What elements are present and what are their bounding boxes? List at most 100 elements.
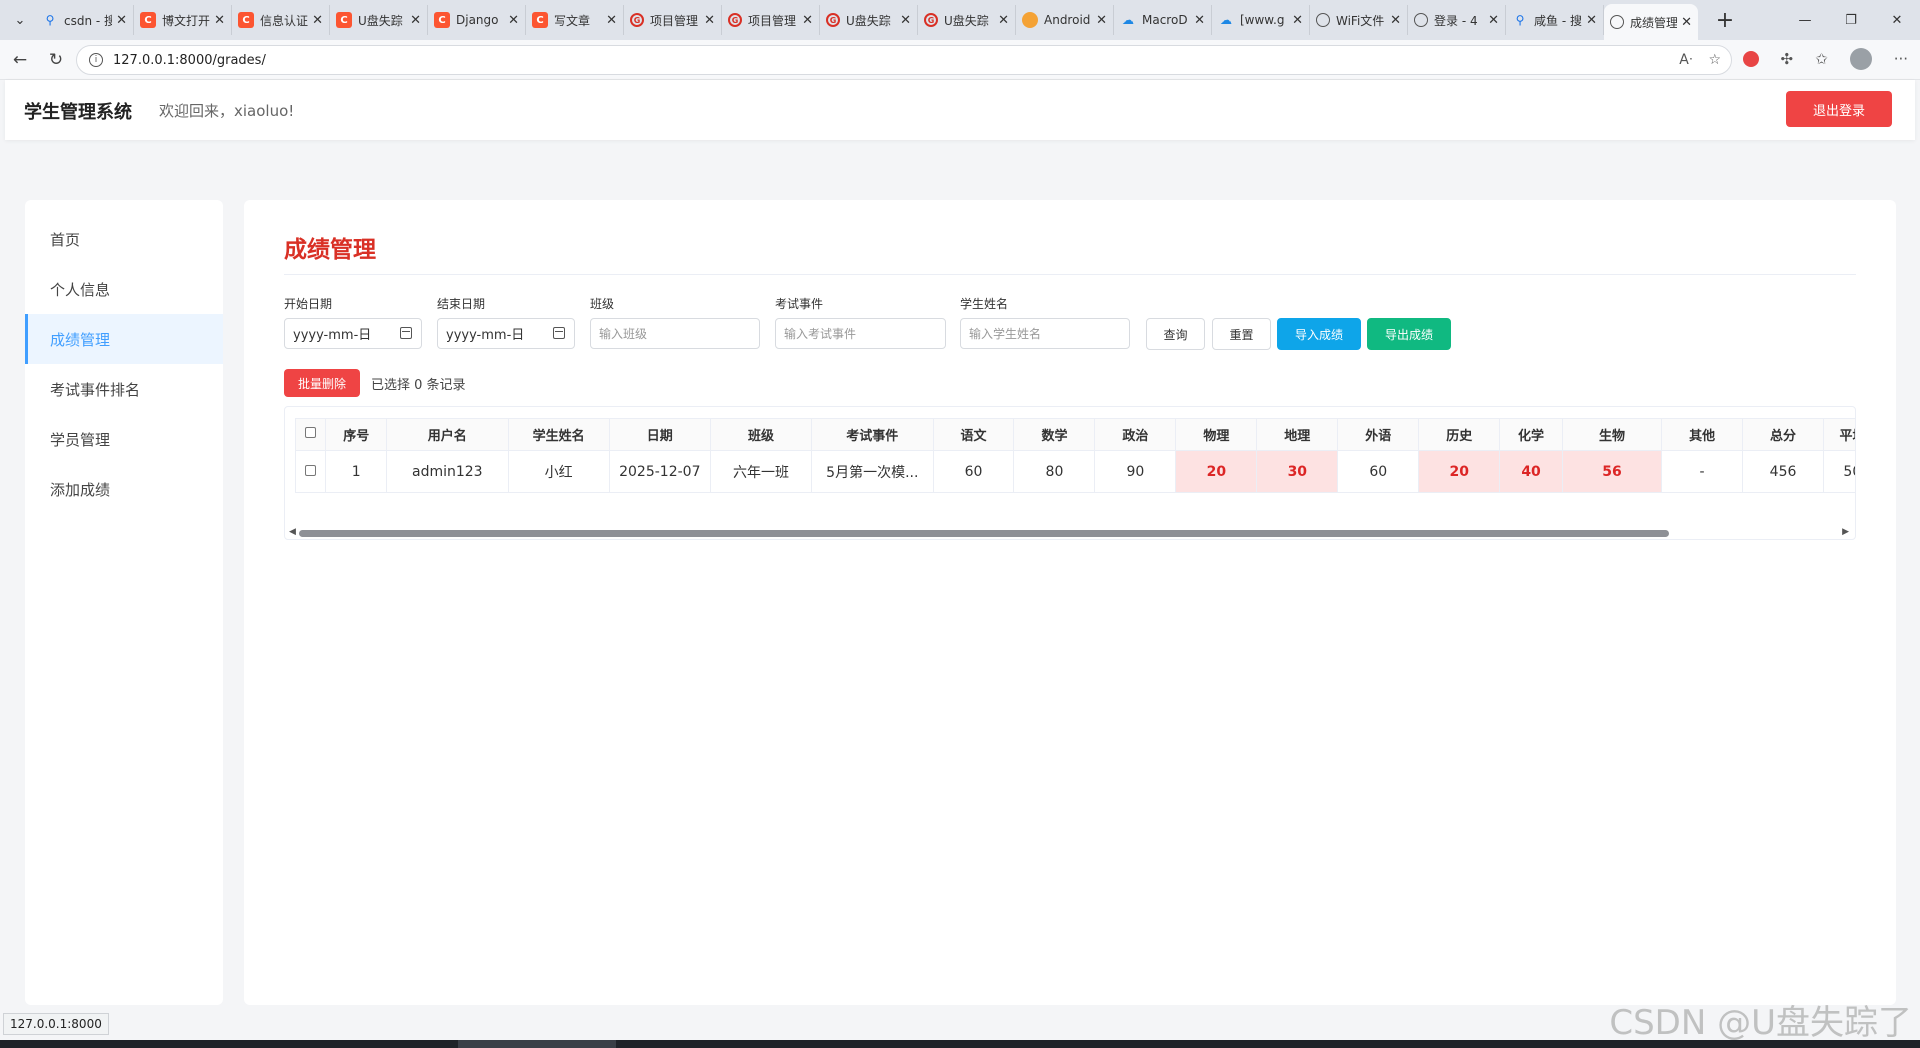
sidebar-item[interactable]: 学员管理 bbox=[25, 414, 223, 464]
close-icon[interactable]: ✕ bbox=[1292, 13, 1303, 28]
browser-tab[interactable]: G 项目管理 ✕ bbox=[624, 5, 722, 35]
row-checkbox[interactable] bbox=[305, 464, 317, 476]
read-aloud-icon[interactable]: Aᐧ bbox=[1679, 52, 1692, 68]
browser-tab[interactable]: 成绩管理 ✕ bbox=[1604, 4, 1698, 40]
close-icon[interactable]: ✕ bbox=[1096, 13, 1107, 28]
column-header: 班级 bbox=[709, 418, 813, 451]
logout-button[interactable]: 退出登录 bbox=[1786, 91, 1892, 127]
close-icon[interactable]: ✕ bbox=[1390, 13, 1401, 28]
extension-icon[interactable] bbox=[1742, 51, 1759, 67]
exam-input[interactable]: 输入考试事件 bbox=[775, 318, 946, 349]
close-icon[interactable]: ✕ bbox=[116, 13, 127, 28]
scroll-left-arrow-icon[interactable]: ◀ bbox=[289, 527, 296, 537]
title-divider bbox=[284, 274, 1856, 275]
sidebar-item[interactable]: 首页 bbox=[25, 214, 223, 264]
horizontal-scrollbar[interactable]: ◀ ▶ bbox=[287, 527, 1853, 539]
browser-tab[interactable]: C Django ✕ bbox=[428, 5, 526, 35]
reset-button[interactable]: 重置 bbox=[1212, 318, 1271, 350]
close-icon[interactable]: ✕ bbox=[998, 13, 1009, 28]
extensions-puzzle-icon[interactable]: ✣ bbox=[1781, 50, 1794, 68]
close-icon[interactable]: ✕ bbox=[1194, 13, 1205, 28]
column-header: 物理 bbox=[1175, 418, 1258, 451]
table-header-row: 序号 用户名 学生姓名 日期 班级 考试事件 语文 数学 政治 物理 地理 外语 历史 化学 生物 其他 总分平… bbox=[295, 418, 1855, 451]
browser-tab[interactable]: ⚲ csdn - 搜 ✕ bbox=[36, 5, 134, 35]
address-bar[interactable]: i 127.0.0.1:8000/grades/ Aᐧ ☆ bbox=[76, 45, 1732, 75]
tab-title: 登录 - 4 bbox=[1434, 13, 1478, 28]
tab-title: csdn - 搜 bbox=[64, 13, 113, 28]
close-icon[interactable]: ✕ bbox=[1586, 13, 1597, 28]
calendar-icon[interactable] bbox=[553, 327, 565, 339]
close-icon[interactable]: ✕ bbox=[508, 13, 519, 28]
new-tab-button[interactable]: + bbox=[1710, 8, 1740, 33]
close-icon[interactable]: ✕ bbox=[312, 13, 323, 28]
close-window-button[interactable]: ✕ bbox=[1874, 0, 1920, 40]
browser-tab[interactable]: ☁ [www.g ✕ bbox=[1212, 5, 1310, 35]
select-all-checkbox[interactable] bbox=[305, 427, 317, 438]
minimize-button[interactable]: — bbox=[1782, 0, 1828, 40]
table-cell: 50.7 bbox=[1823, 450, 1855, 493]
favorite-star-icon[interactable]: ☆ bbox=[1708, 52, 1721, 68]
end-date-input[interactable]: yyyy-mm-日 bbox=[437, 318, 575, 349]
reload-button[interactable]: ↻ bbox=[40, 44, 72, 76]
tab-title: 信息认证 bbox=[260, 13, 309, 28]
restore-button[interactable]: ❐ bbox=[1828, 0, 1874, 40]
batch-delete-button[interactable]: 批量删除 bbox=[284, 369, 360, 397]
close-icon[interactable]: ✕ bbox=[900, 13, 911, 28]
browser-tab[interactable]: C 博文打开 ✕ bbox=[134, 5, 232, 35]
student-name-group: 学生姓名 输入学生姓名 bbox=[960, 296, 1130, 349]
browser-tab[interactable]: ⚲ 咸鱼 - 搜 ✕ bbox=[1506, 5, 1604, 35]
browser-tab[interactable]: Android ✕ bbox=[1016, 5, 1114, 35]
end-date-value: yyyy-mm-日 bbox=[446, 328, 525, 343]
browser-tabstrip: ⌄ ⚲ csdn - 搜 ✕ C 博文打开 ✕ C 信息认证 ✕ C U盘失踪 ✕ C Django ✕ C 写… bbox=[0, 0, 1920, 40]
back-button[interactable]: ← bbox=[4, 44, 36, 76]
favorites-icon[interactable]: ✩ bbox=[1815, 50, 1828, 68]
sidebar-item[interactable]: 添加成绩 bbox=[25, 464, 223, 514]
grades-table-viewport: 序号 用户名 学生姓名 日期 班级 考试事件 语文 数学 政治 物理 地理 外语 历史 化学 生物 其他 总分平… bbox=[295, 418, 1855, 493]
browser-tab[interactable]: C U盘失踪 ✕ bbox=[330, 5, 428, 35]
tab-search-menu-button[interactable]: ⌄ bbox=[4, 5, 36, 35]
scrollbar-thumb[interactable] bbox=[299, 530, 1669, 537]
browser-tab[interactable]: G U盘失踪 ✕ bbox=[820, 5, 918, 35]
close-icon[interactable]: ✕ bbox=[1488, 13, 1499, 28]
browser-tab[interactable]: C 写文章 ✕ bbox=[526, 5, 624, 35]
close-icon[interactable]: ✕ bbox=[704, 13, 715, 28]
import-grades-button[interactable]: 导入成绩 bbox=[1277, 318, 1361, 350]
export-grades-button[interactable]: 导出成绩 bbox=[1367, 318, 1451, 350]
address-bar-actions: Aᐧ ☆ bbox=[1679, 52, 1721, 68]
student-name-input[interactable]: 输入学生姓名 bbox=[960, 318, 1130, 349]
browser-tab[interactable]: ☁ MacroD ✕ bbox=[1114, 5, 1212, 35]
class-input[interactable]: 输入班级 bbox=[590, 318, 760, 349]
sidebar-item[interactable]: 考试事件排名 bbox=[25, 364, 223, 414]
start-date-input[interactable]: yyyy-mm-日 bbox=[284, 318, 422, 349]
scroll-right-arrow-icon[interactable]: ▶ bbox=[1842, 527, 1849, 537]
close-icon[interactable]: ✕ bbox=[606, 13, 617, 28]
column-header: 语文 bbox=[932, 418, 1015, 451]
tab-title: 项目管理 bbox=[650, 13, 699, 28]
browser-tab[interactable]: C 信息认证 ✕ bbox=[232, 5, 330, 35]
calendar-icon[interactable] bbox=[400, 327, 412, 339]
close-icon[interactable]: ✕ bbox=[1681, 15, 1692, 30]
browser-tab[interactable]: G U盘失踪 ✕ bbox=[918, 5, 1016, 35]
query-button[interactable]: 查询 bbox=[1146, 318, 1205, 350]
close-icon[interactable]: ✕ bbox=[802, 13, 813, 28]
globe-icon bbox=[1610, 15, 1624, 29]
sidebar-item[interactable]: 个人信息 bbox=[25, 264, 223, 314]
more-menu-icon[interactable]: ··· bbox=[1894, 50, 1908, 68]
site-info-icon[interactable]: i bbox=[89, 53, 103, 67]
sidebar-item[interactable]: 成绩管理 bbox=[25, 314, 223, 364]
close-icon[interactable]: ✕ bbox=[410, 13, 421, 28]
class-label: 班级 bbox=[590, 297, 615, 311]
globe-icon bbox=[1414, 13, 1428, 27]
profile-avatar[interactable] bbox=[1849, 48, 1872, 70]
browser-tab[interactable]: G 项目管理 ✕ bbox=[722, 5, 820, 35]
table-cell: 56 bbox=[1561, 450, 1663, 493]
exam-label: 考试事件 bbox=[775, 297, 824, 311]
table-cell: 40 bbox=[1499, 450, 1563, 493]
close-icon[interactable]: ✕ bbox=[214, 13, 225, 28]
browser-toolbar: ← ↻ i 127.0.0.1:8000/grades/ Aᐧ ☆ ✣ ✩ ··… bbox=[0, 40, 1920, 80]
plus-icon: + bbox=[1715, 7, 1735, 33]
browser-tab[interactable]: 登录 - 4 ✕ bbox=[1408, 5, 1506, 35]
tab-title: 咸鱼 - 搜 bbox=[1534, 13, 1582, 28]
taskbar-item[interactable] bbox=[458, 1040, 616, 1048]
browser-tab[interactable]: WiFi文件 ✕ bbox=[1310, 5, 1408, 35]
